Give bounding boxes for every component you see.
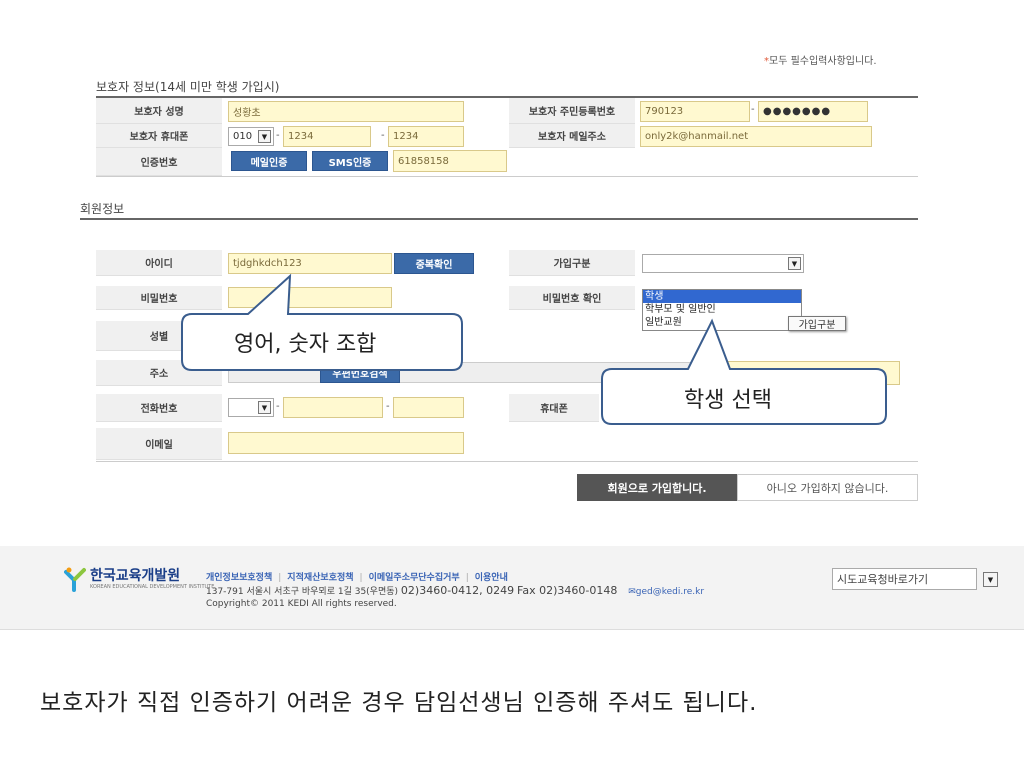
- org-name-en: KOREAN EDUCATIONAL DEVELOPMENT INSTITUTE: [90, 584, 215, 590]
- cancel-join-button[interactable]: 아니오 가입하지 않습니다.: [737, 474, 918, 501]
- office-shortcut-select[interactable]: 시도교육청바로가기 ▼: [832, 568, 998, 590]
- footer-links: 개인정보보호정책 | 지적재산보호정책 | 이메일주소무단수집거부 | 이용안내: [206, 573, 508, 583]
- org-name: 한국교육개발원: [90, 568, 181, 584]
- office-select-value: 시도교육청바로가기: [837, 573, 929, 586]
- footer-copyright: Copyright© 2011 KEDI All rights reserved…: [206, 599, 397, 609]
- footer-email[interactable]: ged@kedi.re.kr: [636, 587, 704, 597]
- id-hint-text: 영어, 숫자 조합: [234, 332, 377, 357]
- callout-overlay: [181, 273, 887, 425]
- footer-address: 137-791 서울시 서초구 바우뫼로 1길 35(우면동) 02)3460-…: [206, 584, 704, 597]
- footer-link-guide[interactable]: 이용안내: [475, 573, 508, 583]
- mail-icon: ✉: [628, 587, 636, 597]
- submit-join-button[interactable]: 회원으로 가입합니다.: [577, 474, 737, 501]
- footer-address-text: 137-791 서울시 서초구 바우뫼로 1길 35(우면동): [206, 587, 399, 597]
- kedi-logo[interactable]: 한국교육개발원 KOREAN EDUCATIONAL DEVELOPMENT I…: [64, 566, 214, 592]
- footer-phone: 02)3460-0412, 0249: [400, 584, 515, 597]
- chevron-down-icon[interactable]: ▼: [983, 572, 998, 587]
- footer-link-privacy[interactable]: 개인정보보호정책: [206, 573, 272, 583]
- footer-fax: Fax 02)3460-0148: [517, 584, 618, 597]
- type-hint-text: 학생 선택: [684, 388, 772, 413]
- kedi-logo-icon: [64, 567, 86, 592]
- footer-link-ip[interactable]: 지적재산보호정책: [287, 573, 353, 583]
- instruction-caption: 보호자가 직접 인증하기 어려운 경우 담임선생님 인증해 주셔도 됩니다.: [40, 690, 758, 716]
- footer-link-email-refusal[interactable]: 이메일주소무단수집거부: [369, 573, 460, 583]
